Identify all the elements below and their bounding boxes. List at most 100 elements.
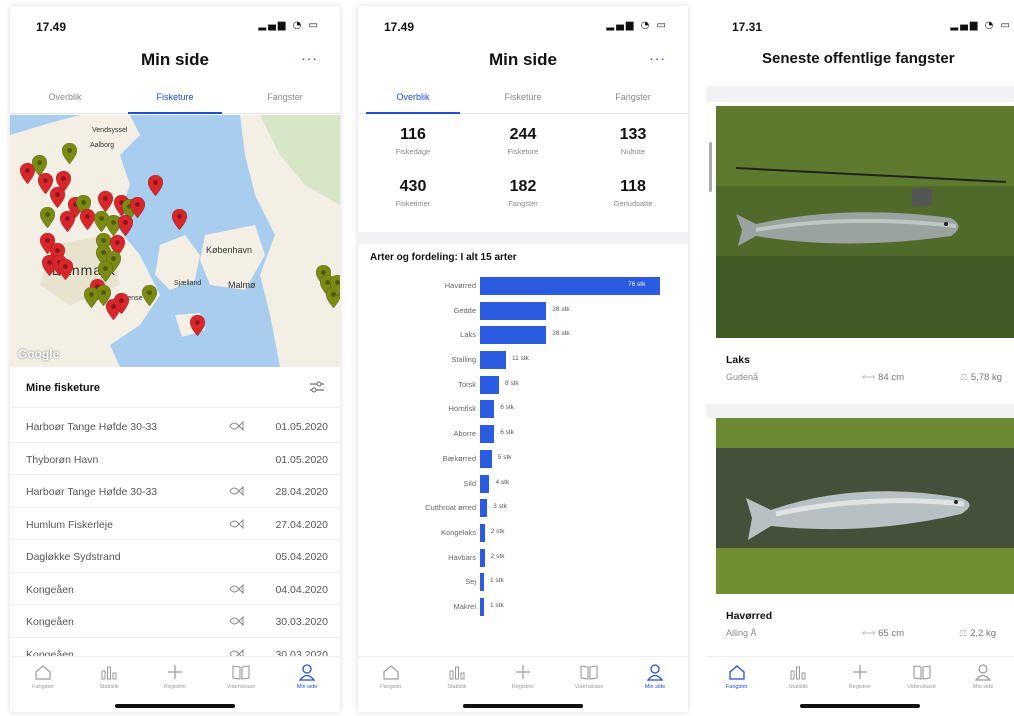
bar-category-label: Stalling: [451, 355, 476, 365]
more-button[interactable]: ···: [301, 50, 318, 66]
tab-bar: Overblik Fisketure Fangster: [10, 86, 340, 114]
map-pin-icon[interactable]: [118, 215, 133, 236]
nav-label: Vidensbase: [574, 684, 604, 690]
fish-catch-icon: [228, 582, 244, 601]
nav-my-page[interactable]: Min side: [622, 657, 688, 712]
trip-name: Dagløkke Sydstrand: [26, 551, 121, 563]
trip-row[interactable]: Kongeåen 04.04.2020: [10, 573, 340, 605]
trip-name: Harboør Tange Høfde 30-33: [26, 421, 158, 433]
nav-my-page[interactable]: Min side: [274, 657, 340, 712]
bar-value-label: 11 stk: [512, 355, 529, 363]
bar: [480, 499, 488, 518]
stat-value: 430: [399, 178, 427, 195]
tab-catches[interactable]: Fangster: [230, 86, 340, 113]
nav-my-page[interactable]: Min side: [952, 657, 1014, 712]
filter-icon[interactable]: [308, 379, 326, 400]
map-pin-icon[interactable]: [80, 209, 95, 230]
map-pin-icon[interactable]: [330, 275, 340, 296]
map-pin-icon[interactable]: [148, 175, 163, 196]
tab-overview[interactable]: Overblik: [358, 86, 468, 114]
species-bar-chart: Havørred 76 stk Gedde 28 stk Laks 28 stk Stall…: [358, 274, 688, 620]
bar-row: Sild 4 stk: [358, 472, 688, 497]
page-title: Min side: [140, 50, 209, 69]
map-pin-icon[interactable]: [58, 259, 73, 280]
trip-row[interactable]: Harboør Tange Høfde 30-33 01.05.2020: [10, 410, 340, 443]
bar-row: Hornfisk 6 stk: [358, 397, 688, 422]
stat-catches: 182 Fangster: [468, 178, 578, 208]
bar-value-label: 76 stk: [628, 281, 646, 288]
catch-length-value: 84 cm: [878, 372, 904, 383]
catch-species: Laks: [726, 354, 750, 366]
map-pin-icon[interactable]: [84, 287, 99, 308]
stat-label: Fangster: [508, 199, 538, 208]
bar-category-label: Sej: [465, 577, 476, 587]
catch-weight: ⚖ 2,2 kg: [959, 628, 996, 639]
nav-catches[interactable]: Fangster: [706, 657, 768, 712]
bar-category-label: Havørred: [444, 281, 476, 290]
tab-trips[interactable]: Fisketure: [120, 86, 230, 114]
trip-row[interactable]: Humlum Fiskerleje 27.04.2020: [10, 508, 340, 540]
map-pin-icon[interactable]: [190, 315, 205, 336]
map-pin-icon[interactable]: [172, 209, 187, 230]
stat-value: 116: [400, 126, 426, 143]
stat-label: Genudsatte: [613, 199, 653, 208]
stat-label: Fisketure: [507, 147, 539, 156]
more-button[interactable]: ···: [649, 50, 666, 66]
stat-label: Fisketimer: [395, 199, 431, 208]
home-icon: [383, 665, 399, 680]
scrollbar[interactable]: [709, 142, 712, 192]
statistics-icon: [101, 666, 117, 680]
bar-category-label: Havbars: [448, 552, 476, 562]
map-pin-icon[interactable]: [40, 207, 55, 228]
map-label-aalborg: Aalborg: [90, 142, 115, 149]
map-pin-icon[interactable]: [106, 299, 121, 320]
trips-map[interactable]: Vendsyssel Aalborg Danmark København Mal…: [10, 115, 340, 367]
bar: [480, 548, 485, 567]
nav-label: Statistik: [447, 684, 467, 690]
book-icon: [580, 665, 598, 680]
status-icons: ▂▄▆ ◔ ▭: [258, 20, 320, 31]
trip-date: 27.04.2020: [275, 518, 328, 531]
bar-category-label: Torsk: [458, 379, 476, 389]
bar-value-label: 28 stk: [552, 330, 570, 338]
nav-label: Registrer: [511, 684, 535, 690]
trip-row[interactable]: Harboør Tange Høfde 30-33 28.04.2020: [10, 475, 340, 508]
stat-label: Nulture: [620, 147, 646, 156]
catch-card[interactable]: Laks Gudenå ⟷ 84 cm ⚖ 5,78 kg: [716, 106, 1014, 406]
nav-catches[interactable]: Fangster: [358, 657, 424, 712]
tab-trips[interactable]: Fisketure: [468, 86, 578, 113]
trip-row[interactable]: Kongeåen 30.03.2020: [10, 605, 340, 638]
bar-row: Stalling 11 stk: [358, 348, 688, 373]
catch-photo: [716, 418, 1014, 594]
fish-catch-icon: [228, 517, 244, 536]
map-pin-icon[interactable]: [98, 191, 113, 212]
stat-trips: 244 Fisketure: [468, 126, 578, 156]
nav-catches[interactable]: Fangster: [10, 657, 76, 712]
map-pin-icon[interactable]: [50, 187, 65, 208]
nav-label: Fangster: [380, 684, 402, 690]
fish-catch-icon: [228, 419, 244, 438]
trip-row[interactable]: Thyborøn Havn 01.05.2020: [10, 443, 340, 475]
map-pin-icon[interactable]: [62, 143, 77, 164]
bar: [480, 326, 547, 345]
ruler-icon: ⟷: [861, 628, 879, 639]
tab-catches[interactable]: Fangster: [578, 86, 688, 113]
bar-value-label: 6 stk: [500, 429, 514, 437]
catch-card[interactable]: Havørred Alling Å ⟷ 65 cm ⚖ 2,2 kg: [716, 418, 1014, 654]
google-logo: Google: [18, 347, 60, 361]
catch-location: Alling Å: [726, 628, 757, 638]
statistics-icon: [790, 666, 806, 680]
map-pin-icon[interactable]: [142, 285, 157, 306]
page-title: Min side: [488, 50, 557, 69]
trip-row[interactable]: Dagløkke Sydstrand 05.04.2020: [10, 540, 340, 573]
bar-row: Makrel 1 stk: [358, 595, 688, 620]
tab-overview[interactable]: Overblik: [10, 86, 120, 113]
status-time: 17.49: [36, 20, 67, 34]
nav-label: Statistik: [788, 684, 809, 690]
stat-value: 244: [509, 126, 537, 143]
catch-species: Havørred: [726, 610, 773, 622]
page-title: Seneste offentlige fangster: [762, 50, 955, 67]
bar-value-label: 2 stk: [490, 552, 505, 560]
bar-row: Torsk 8 stk: [358, 373, 688, 398]
map-pin-icon[interactable]: [60, 211, 75, 232]
